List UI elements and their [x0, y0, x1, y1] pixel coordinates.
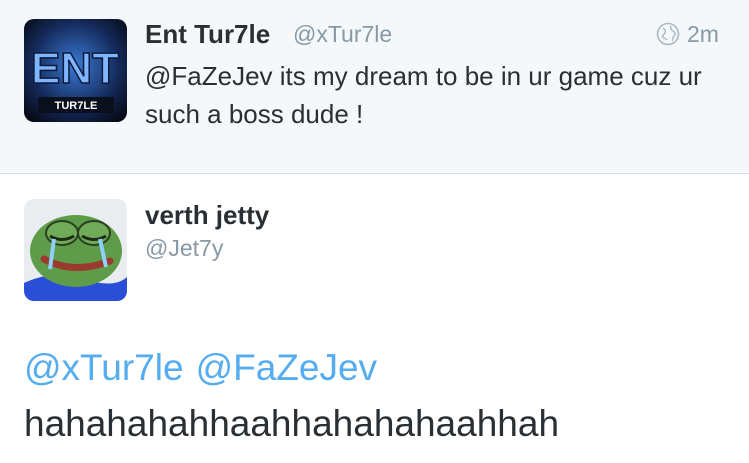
- avatar-logo-text: ENT: [31, 44, 119, 93]
- tweet-author-handle[interactable]: @Jet7y: [145, 235, 223, 262]
- tweet-author-name[interactable]: Ent Tur7le: [145, 19, 270, 50]
- tweet-author-name[interactable]: verth jetty: [145, 200, 269, 231]
- tweet-mentions: @xTur7le @FaZeJev: [24, 347, 377, 389]
- tweet-timestamp[interactable]: 2m: [687, 21, 719, 48]
- globe-icon: [656, 22, 680, 46]
- mention-link[interactable]: @xTur7le: [24, 347, 184, 388]
- tweet-text: @FaZeJev its my dream to be in ur game c…: [145, 61, 702, 129]
- crying-frog-avatar-icon: [24, 199, 127, 301]
- ent-logo-icon: ENT TUR7LE: [24, 19, 127, 122]
- tweet-author-handle[interactable]: @xTur7le: [293, 21, 392, 48]
- avatar-verth-jetty[interactable]: [24, 199, 127, 301]
- avatar-logo-subtext: TUR7LE: [55, 100, 98, 112]
- tweet-text: hahahahahhaahhahahahaahhah: [24, 403, 560, 444]
- tweet-ent-tur7le[interactable]: ENT TUR7LE Ent Tur7le @xTur7le 2m @FaZeJ…: [0, 0, 749, 174]
- mention-link[interactable]: @FaZeJev: [196, 347, 378, 388]
- avatar-ent-tur7le[interactable]: ENT TUR7LE: [24, 19, 127, 122]
